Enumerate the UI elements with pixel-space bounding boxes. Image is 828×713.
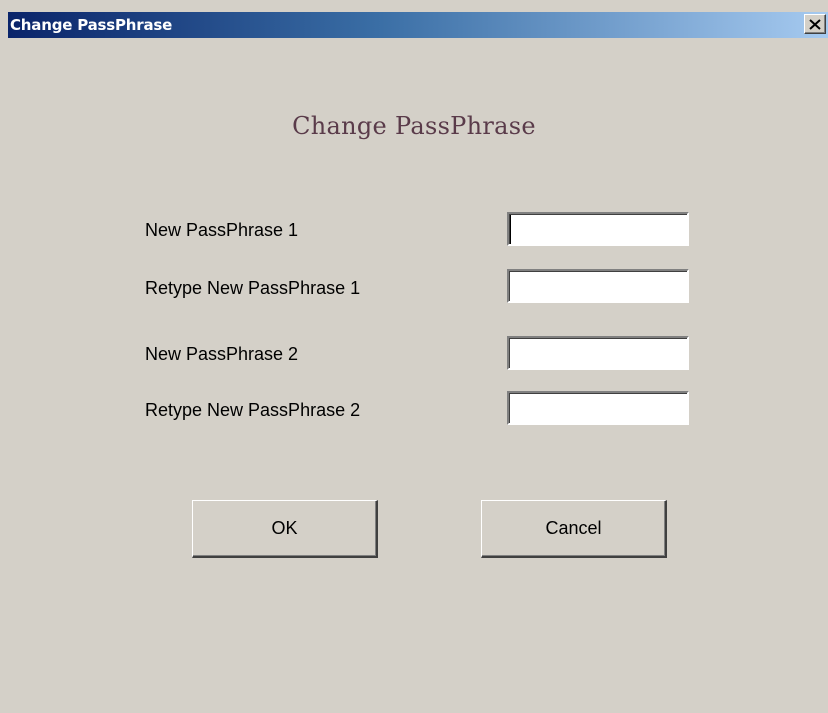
title-bar[interactable]: Change PassPhrase — [8, 12, 828, 38]
dialog-heading: Change PassPhrase — [292, 112, 536, 140]
ok-button[interactable]: OK — [192, 500, 378, 558]
new-passphrase-1-input[interactable] — [507, 212, 689, 246]
window-title: Change PassPhrase — [10, 16, 173, 34]
new-passphrase-2-input[interactable] — [507, 336, 689, 370]
change-passphrase-window: Change PassPhrase Change PassPhrase New … — [0, 0, 828, 713]
retype-new-passphrase-1-label: Retype New PassPhrase 1 — [145, 278, 361, 298]
new-passphrase-1-label: New PassPhrase 1 — [145, 220, 299, 240]
close-button[interactable] — [804, 14, 826, 34]
new-passphrase-2-label: New PassPhrase 2 — [145, 344, 299, 364]
retype-new-passphrase-1-input[interactable] — [507, 269, 689, 303]
retype-new-passphrase-2-input[interactable] — [507, 391, 689, 425]
close-icon — [809, 18, 821, 30]
retype-new-passphrase-2-label: Retype New PassPhrase 2 — [145, 400, 361, 420]
cancel-button[interactable]: Cancel — [481, 500, 667, 558]
